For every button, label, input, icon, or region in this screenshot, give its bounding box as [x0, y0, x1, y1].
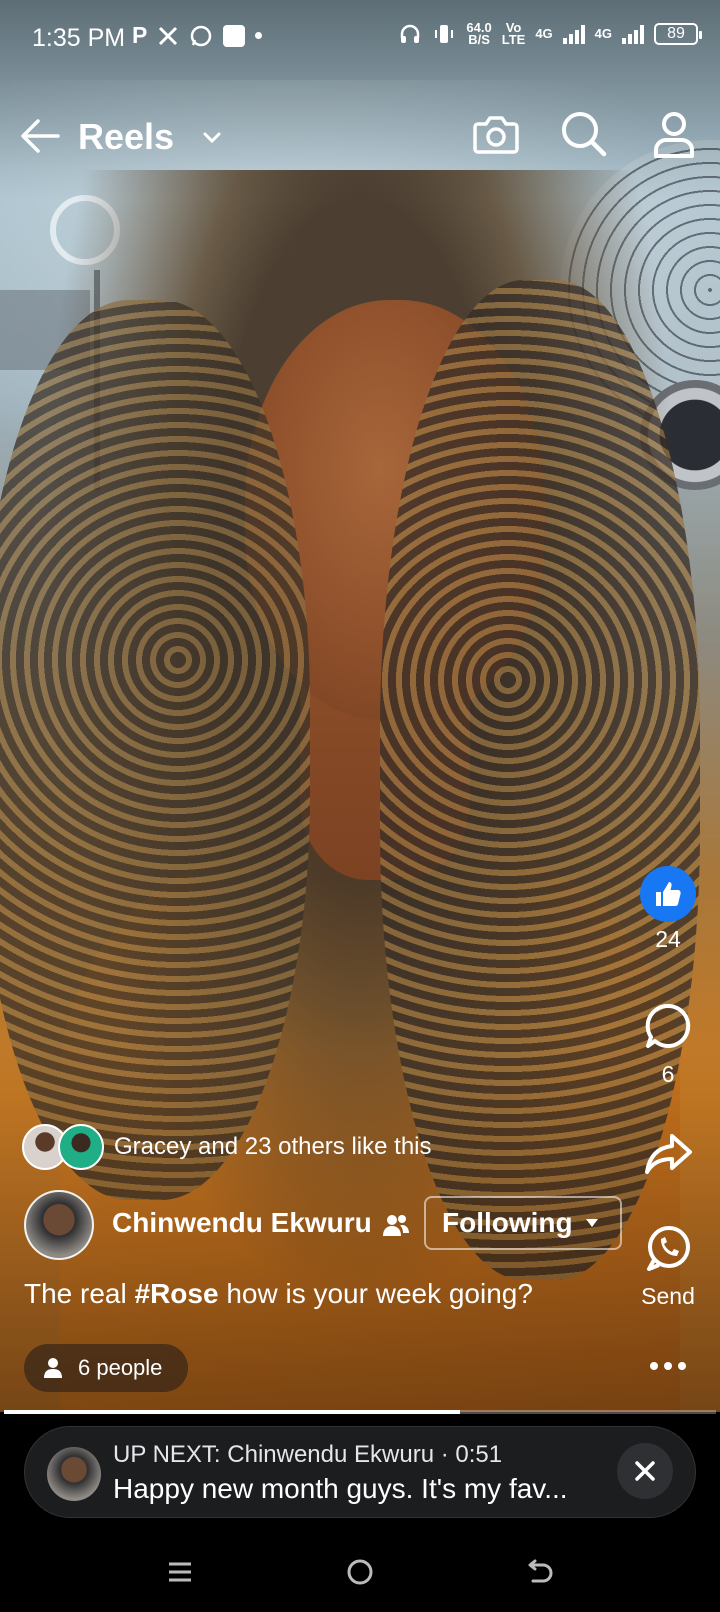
- person-icon: [44, 1358, 62, 1378]
- author-row: Chinwendu Ekwuru Following: [24, 1190, 624, 1260]
- caret-down-icon: [585, 1219, 598, 1227]
- vibrate-icon: [435, 25, 454, 43]
- volte-indicator: Vo LTE: [501, 21, 526, 47]
- close-icon: [635, 1461, 655, 1481]
- dot: [678, 1362, 686, 1370]
- following-label: Following: [442, 1207, 573, 1238]
- signal-bars-1: [562, 24, 585, 44]
- dot: [650, 1362, 658, 1370]
- volte-sub: LTE: [501, 32, 526, 47]
- more-options-button[interactable]: [646, 1352, 690, 1380]
- net1-label: 4G: [535, 26, 553, 41]
- dot-icon: [255, 32, 263, 39]
- caption-suffix: how is your week going?: [218, 1278, 533, 1309]
- up-next-header: UP NEXT: Chinwendu Ekwuru · 0:51: [113, 1441, 503, 1468]
- video-progress-fill: [4, 1410, 460, 1414]
- tagged-people-chip[interactable]: 6 people: [24, 1344, 189, 1392]
- dot: [664, 1362, 672, 1370]
- profile-icon[interactable]: [648, 108, 700, 160]
- home-circle-icon: [347, 1559, 373, 1585]
- whatsapp-send-icon[interactable]: [642, 1222, 694, 1274]
- likes-text[interactable]: Gracey and 23 others like this: [114, 1133, 432, 1161]
- back-arrow-icon: [21, 119, 60, 153]
- square-icon: [223, 24, 246, 47]
- up-next-card[interactable]: UP NEXT: Chinwendu Ekwuru · 0:51 Happy n…: [24, 1426, 696, 1518]
- author-avatar[interactable]: [24, 1190, 94, 1260]
- likes-summary[interactable]: Gracey and 23 others like this: [22, 1124, 432, 1170]
- menu-icon: [169, 1562, 191, 1582]
- post-caption[interactable]: The real #Rose how is your week going?: [24, 1278, 533, 1310]
- reels-header: Reels: [0, 100, 720, 180]
- following-button[interactable]: Following: [424, 1196, 622, 1250]
- status-bar: 1:35 PM P 64.0 B/S Vo LTE 4G 4G 89: [0, 0, 720, 80]
- page-title[interactable]: Reels: [78, 116, 174, 158]
- like-button[interactable]: [640, 866, 696, 922]
- send-action[interactable]: Send: [623, 1222, 713, 1310]
- search-icon[interactable]: [558, 108, 610, 160]
- up-next-avatar: [47, 1447, 101, 1501]
- net2-label: 4G: [594, 26, 612, 41]
- whatsapp-icon: [191, 25, 212, 46]
- status-time: 1:35 PM: [32, 24, 126, 52]
- like-count: 24: [655, 926, 681, 952]
- system-nav-bar: [0, 1532, 720, 1612]
- back-icon: [528, 1559, 553, 1583]
- back-button[interactable]: [16, 112, 64, 160]
- comment-action[interactable]: 6: [623, 1000, 713, 1088]
- nav-back-button[interactable]: [516, 1548, 564, 1596]
- video-progress-bar[interactable]: [4, 1410, 716, 1414]
- up-next-title: Happy new month guys. It's my fav...: [113, 1473, 568, 1504]
- friends-icon: [383, 1215, 409, 1236]
- caption-prefix: The real: [24, 1278, 135, 1309]
- share-action[interactable]: [623, 1128, 713, 1185]
- x-icon: [159, 26, 178, 45]
- chevron-down-icon[interactable]: [200, 126, 224, 150]
- notification-icons: P: [132, 22, 263, 49]
- people-label: 6 people: [78, 1355, 163, 1380]
- battery-indicator: 89: [654, 23, 702, 45]
- caption-hashtag[interactable]: #Rose: [135, 1278, 219, 1309]
- nav-home-button[interactable]: [336, 1548, 384, 1596]
- status-right: 64.0 B/S Vo LTE 4G 4G 89: [398, 21, 702, 47]
- camera-icon[interactable]: [470, 108, 522, 160]
- like-action[interactable]: 24: [623, 866, 713, 953]
- thumbs-up-icon: [656, 882, 681, 906]
- share-arrow-icon[interactable]: [642, 1128, 694, 1180]
- network-speed: 64.0 B/S: [466, 21, 491, 47]
- headphones-icon: [401, 24, 420, 43]
- comment-icon[interactable]: [642, 1000, 694, 1052]
- send-label: Send: [641, 1283, 695, 1309]
- author-name[interactable]: Chinwendu Ekwuru: [112, 1207, 372, 1239]
- speed-unit: B/S: [468, 32, 490, 47]
- comment-count: 6: [661, 1061, 675, 1087]
- liker-avatar: [58, 1124, 104, 1170]
- up-next-close-button[interactable]: [617, 1443, 673, 1499]
- nav-menu-button[interactable]: [156, 1548, 204, 1596]
- signal-bars-2: [622, 24, 644, 44]
- p-icon: P: [132, 22, 148, 48]
